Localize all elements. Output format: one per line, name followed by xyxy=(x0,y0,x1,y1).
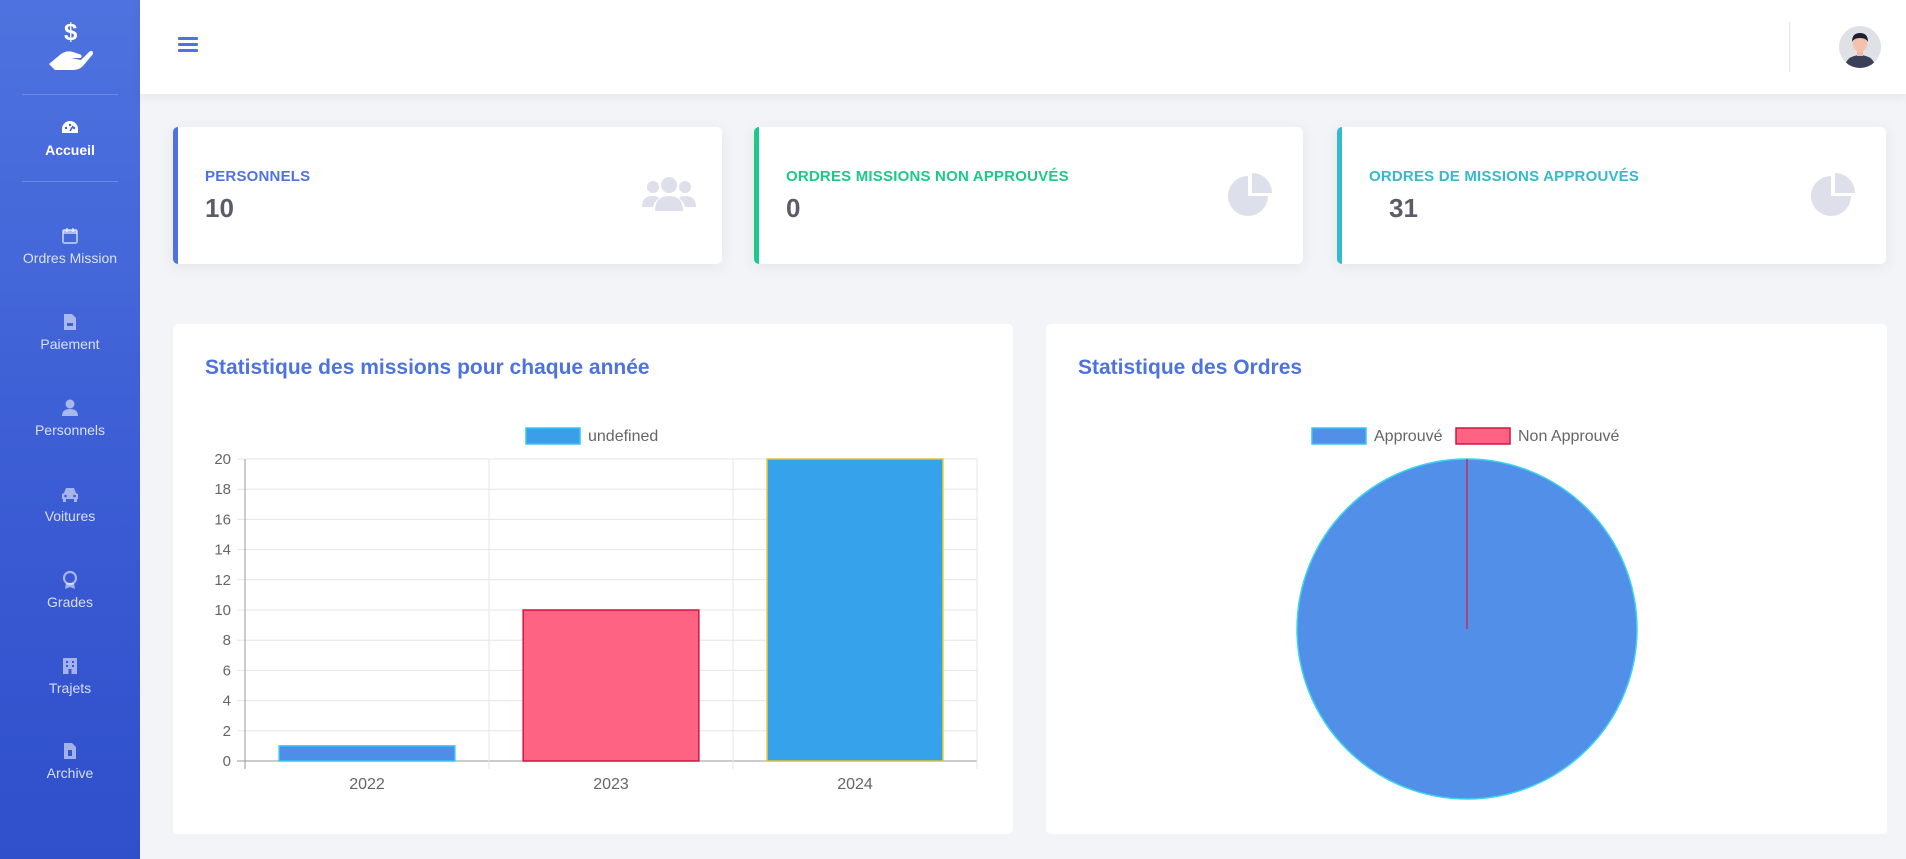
user-avatar-icon[interactable] xyxy=(1839,26,1881,68)
stat-value: 31 xyxy=(1389,193,1418,223)
x-tick-label: 2024 xyxy=(837,776,873,793)
y-tick-label: 6 xyxy=(223,662,231,679)
legend-swatch xyxy=(525,427,581,445)
stat-label: ORDRES DE MISSIONS APPROUVÉS xyxy=(1369,168,1640,185)
bar xyxy=(278,745,456,762)
sidebar-item-label: Voitures xyxy=(44,508,96,524)
pie-chart: Approuvé Non Approuvé xyxy=(1296,427,1638,800)
sidebar-item-voitures[interactable]: Voitures xyxy=(0,484,140,554)
calendar-icon xyxy=(62,228,78,244)
y-tick-label: 16 xyxy=(214,511,231,528)
stat-card-personnels: PERSONNELS 10 xyxy=(173,127,722,264)
sidebar-item-personnels[interactable]: Personnels xyxy=(0,398,140,468)
car-icon xyxy=(62,488,78,502)
pie-chart-panel: Statistique des Ordres Approuvé Non Appro… xyxy=(1046,324,1887,834)
legend-label: Non Approuvé xyxy=(1518,428,1620,445)
legend-label: Approuvé xyxy=(1374,428,1443,445)
stat-value: 0 xyxy=(786,193,801,223)
pie-chart-icon xyxy=(1228,173,1272,216)
sidebar-item-archive[interactable]: Archive xyxy=(0,741,140,811)
x-tick-label: 2023 xyxy=(593,776,629,793)
file-invoice-icon xyxy=(64,314,76,330)
file-icon xyxy=(64,743,76,759)
sidebar-divider xyxy=(22,94,118,95)
legend-label: undefined xyxy=(588,428,658,445)
sidebar-item-label: Archive xyxy=(46,765,94,781)
legend-swatch xyxy=(1455,427,1511,445)
y-tick-label: 4 xyxy=(223,693,231,710)
stat-value: 10 xyxy=(205,193,234,223)
sidebar-item-label: Trajets xyxy=(48,680,92,696)
user-icon xyxy=(62,399,78,416)
y-tick-label: 10 xyxy=(214,602,231,619)
bar-chart: 0 2 4 6 8 10 12 14 16 18 20 2022 2023 2024 undefined xyxy=(214,427,978,793)
sidebar-item-ordres-mission[interactable]: Ordres Mission xyxy=(0,226,140,296)
topbar xyxy=(140,0,1906,94)
sidebar-item-label: Personnels xyxy=(34,422,106,438)
legend-swatch xyxy=(1311,427,1367,445)
sidebar-item-trajets[interactable]: Trajets xyxy=(0,656,140,726)
award-icon xyxy=(62,570,78,589)
sidebar-item-grades[interactable]: Grades xyxy=(0,570,140,640)
sidebar-item-accueil[interactable]: Accueil xyxy=(0,118,140,188)
stat-label: PERSONNELS xyxy=(205,168,311,185)
sidebar-item-label: Grades xyxy=(47,594,93,610)
topbar-divider xyxy=(1789,22,1790,72)
sidebar-item-paiement[interactable]: Paiement xyxy=(0,312,140,382)
sidebar-item-label: Ordres Mission xyxy=(22,250,118,266)
users-icon xyxy=(642,177,696,211)
svg-text:$: $ xyxy=(64,19,78,46)
bar xyxy=(766,458,944,762)
hamburger-icon[interactable] xyxy=(178,34,202,56)
stat-card-non-approuves: ORDRES MISSIONS NON APPROUVÉS 0 xyxy=(754,127,1303,264)
y-tick-label: 0 xyxy=(223,753,231,770)
stat-card-approuves: ORDRES DE MISSIONS APPROUVÉS 31 xyxy=(1337,127,1886,264)
dashboard-icon xyxy=(62,121,78,133)
y-tick-label: 14 xyxy=(214,542,231,559)
sidebar-item-label: Accueil xyxy=(45,142,95,158)
sidebar-item-label: Paiement xyxy=(40,336,100,352)
bar-chart-panel: Statistique des missions pour chaque ann… xyxy=(173,324,1013,834)
y-tick-label: 12 xyxy=(214,572,231,589)
sidebar: $ Accueil Ordres Mission Paiement Person… xyxy=(0,0,140,859)
pie-chart-icon xyxy=(1811,173,1855,216)
x-tick-label: 2022 xyxy=(349,776,385,793)
stat-label: ORDRES MISSIONS NON APPROUVÉS xyxy=(786,168,1069,185)
building-icon xyxy=(63,658,77,674)
y-tick-label: 18 xyxy=(214,481,231,498)
y-tick-label: 8 xyxy=(223,632,231,649)
y-tick-label: 2 xyxy=(223,723,231,740)
bar xyxy=(522,609,700,762)
y-tick-label: 20 xyxy=(214,451,231,468)
brand-logo[interactable]: $ xyxy=(0,18,140,78)
money-hand-icon: $ xyxy=(49,19,93,70)
